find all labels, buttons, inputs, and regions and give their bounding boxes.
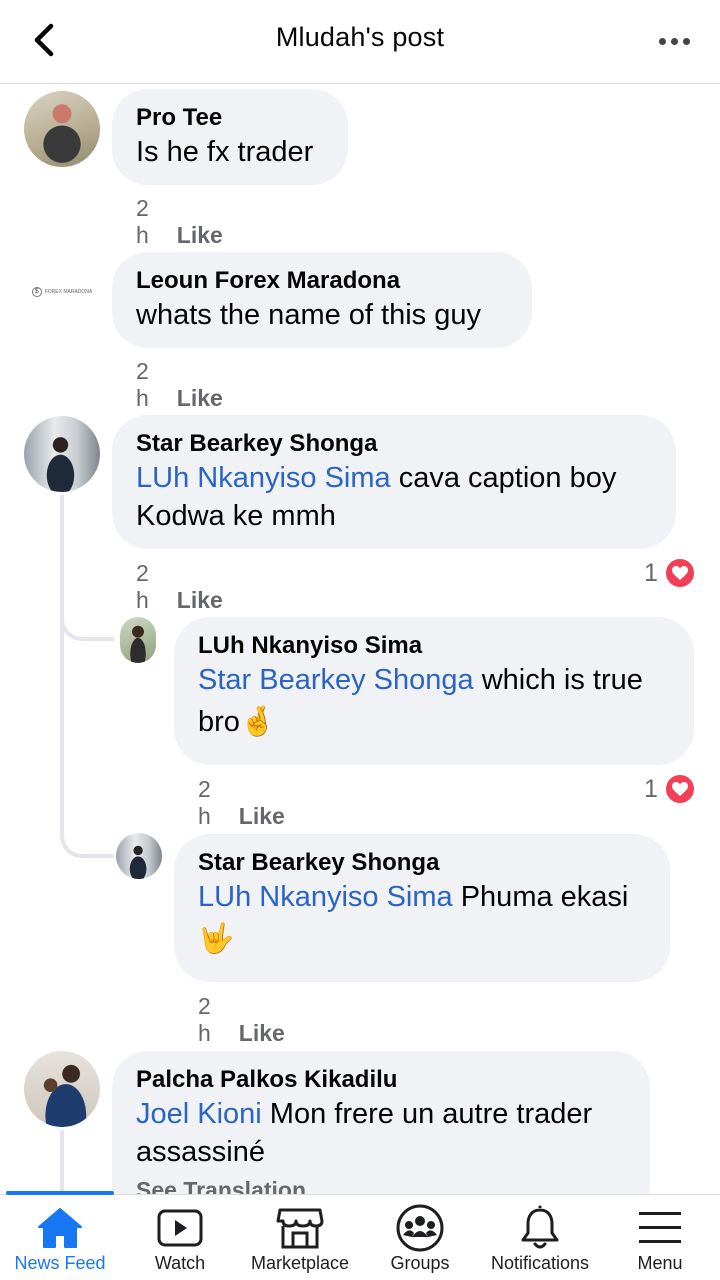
more-dot-icon (670, 37, 678, 45)
like-button[interactable]: Like (177, 385, 223, 411)
more-dot-icon (658, 37, 666, 45)
comment-text-line: Kodwa ke mmh (136, 500, 336, 532)
mention-link[interactable]: Joel Kioni (136, 1098, 262, 1130)
dollar-icon: $ (31, 287, 42, 297)
bottom-navigation: News Feed Watch Marketplace Groups Notif… (0, 1191, 720, 1280)
avatar[interactable] (24, 416, 100, 492)
love-reaction-icon (663, 773, 696, 805)
bell-icon (518, 1205, 562, 1251)
reaction-count[interactable]: 1 (644, 557, 696, 589)
comment-actions: 2 h Like (198, 776, 285, 830)
comment-text-line: assassiné (136, 1136, 265, 1168)
mention-link[interactable]: LUh Nkanyiso Sima (198, 881, 453, 913)
avatar[interactable] (24, 91, 100, 167)
comment-text-part: bro (198, 706, 240, 738)
comment-bubble[interactable]: LUh Nkanyiso Sima Star Bearkey Shonga wh… (174, 617, 694, 765)
comment-bubble[interactable]: Pro Tee Is he fx trader (112, 89, 348, 185)
comment-text-part: which is true (473, 664, 643, 696)
comment-text: Is he fx trader (136, 136, 314, 168)
like-button[interactable]: Like (177, 222, 223, 248)
avatar[interactable] (24, 1051, 100, 1127)
comment-list: Pro Tee Is he fx trader 2 h Like $ FOREX … (0, 85, 720, 1195)
logo-text: FOREX MARADONA (44, 289, 93, 295)
reaction-number: 1 (644, 558, 658, 587)
comment-author[interactable]: Star Bearkey Shonga (136, 429, 652, 459)
comment-author[interactable]: Pro Tee (136, 103, 324, 133)
page-logo: $ FOREX MARADONA (31, 287, 93, 297)
menu-icon (637, 1205, 683, 1251)
comment-text-part: cava caption boy (390, 462, 617, 494)
comment-bubble[interactable]: Star Bearkey Shonga LUh Nkanyiso Sima Ph… (174, 834, 670, 982)
comment-time: 2 h (198, 993, 211, 1046)
nav-menu[interactable]: Menu (600, 1195, 720, 1280)
avatar[interactable]: $ FOREX MARADONA (24, 254, 100, 330)
home-icon (36, 1205, 84, 1251)
comment-author[interactable]: Leoun Forex Maradona (136, 266, 508, 296)
comment-text: LUh Nkanyiso Sima cava caption boy (136, 459, 652, 497)
nav-label: News Feed (14, 1253, 106, 1273)
comment-actions: 2 h Like (136, 195, 223, 249)
see-translation-link[interactable]: See Translation (136, 1177, 626, 1195)
comment-text-part: Phuma ekasi (452, 881, 629, 913)
thread-connector (60, 641, 114, 858)
nav-label: Notifications (490, 1253, 590, 1273)
comment-text: LUh Nkanyiso Sima Phuma ekasi (198, 878, 646, 916)
comment-author[interactable]: Star Bearkey Shonga (198, 848, 646, 878)
thread-line (60, 1130, 64, 1195)
comment-bubble[interactable]: Leoun Forex Maradona whats the name of t… (112, 252, 532, 348)
like-button[interactable]: Like (239, 803, 285, 829)
top-bar: Mludah's post (0, 0, 720, 84)
like-button[interactable]: Like (177, 587, 223, 613)
comment-time: 2 h (198, 776, 211, 829)
avatar[interactable] (116, 833, 162, 879)
active-tab-indicator (6, 1191, 114, 1195)
comment-bubble[interactable]: Palcha Palkos Kikadilu Joel Kioni Mon fr… (112, 1051, 650, 1195)
nav-label: Watch (154, 1253, 206, 1273)
thread-connector (60, 575, 114, 641)
mention-link[interactable]: LUh Nkanyiso Sima (136, 462, 391, 494)
nav-groups[interactable]: Groups (360, 1195, 480, 1280)
comment-actions: 2 h Like (136, 358, 223, 412)
avatar[interactable] (120, 617, 156, 663)
mention-link[interactable]: Star Bearkey Shonga (198, 664, 474, 696)
marketplace-icon (275, 1205, 325, 1251)
nav-watch[interactable]: Watch (120, 1195, 240, 1280)
comment-text: whats the name of this guy (136, 299, 481, 331)
page-title: Mludah's post (275, 22, 445, 52)
reaction-number: 1 (644, 774, 658, 803)
reaction-count[interactable]: 1 (644, 773, 696, 805)
comment-text-part: Mon frere un autre trader (261, 1098, 593, 1130)
nav-news-feed[interactable]: News Feed (0, 1191, 120, 1280)
groups-icon (395, 1204, 445, 1252)
nav-label: Marketplace (250, 1253, 350, 1273)
watch-icon (156, 1205, 204, 1251)
comment-text: Joel Kioni Mon frere un autre trader (136, 1095, 626, 1133)
nav-marketplace[interactable]: Marketplace (240, 1195, 360, 1280)
nav-notifications[interactable]: Notifications (480, 1195, 600, 1280)
comment-author[interactable]: Palcha Palkos Kikadilu (136, 1065, 626, 1095)
love-reaction-icon (663, 557, 696, 589)
more-options-button[interactable] (654, 26, 694, 56)
comment-author[interactable]: LUh Nkanyiso Sima (198, 631, 670, 661)
comment-time: 2 h (136, 358, 149, 411)
nav-label: Menu (637, 1253, 683, 1273)
more-dot-icon (682, 37, 690, 45)
comment-text: Star Bearkey Shonga which is true (198, 661, 670, 699)
crossed-fingers-emoji: 🤞 (239, 706, 277, 738)
nav-label: Groups (390, 1253, 450, 1273)
rock-on-emoji: 🤟 (198, 923, 235, 955)
comment-bubble[interactable]: Star Bearkey Shonga LUh Nkanyiso Sima ca… (112, 415, 676, 549)
comment-text-line: bro🤞 (198, 703, 670, 741)
comment-actions: 2 h Like (198, 993, 285, 1047)
comment-time: 2 h (136, 195, 149, 248)
comment-time: 2 h (136, 560, 149, 613)
comment-actions: 2 h Like (136, 560, 223, 614)
like-button[interactable]: Like (239, 1020, 285, 1046)
